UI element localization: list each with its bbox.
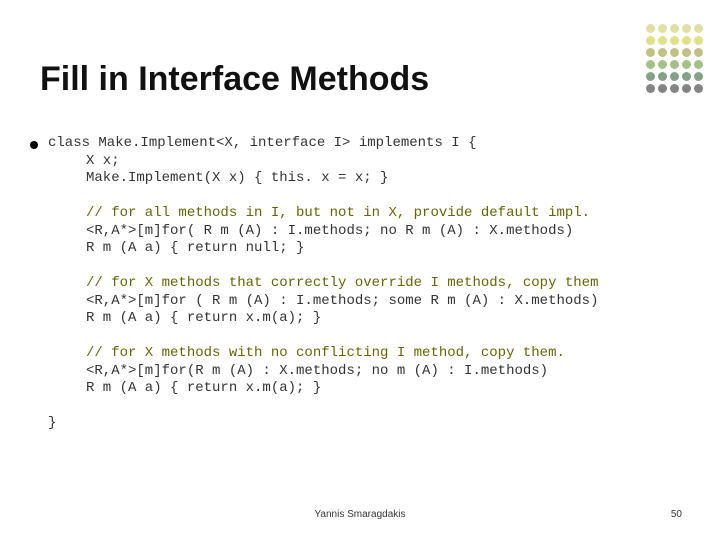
dot-icon [694, 72, 703, 81]
dot-icon [646, 84, 655, 93]
code-line: Make.Implement(X x) { this. x = x; } [86, 170, 388, 186]
slide-body: class Make.Implement<X, interface I> imp… [30, 135, 690, 433]
page-title: Fill in Interface Methods [40, 60, 429, 99]
dot-icon [694, 24, 703, 33]
dot-icon [658, 24, 667, 33]
dot-icon [694, 84, 703, 93]
dot-icon [646, 36, 655, 45]
code-line: } [48, 415, 56, 431]
code-line: R m (A a) { return null; } [86, 240, 304, 256]
page-number: 50 [671, 509, 682, 520]
code-line: R m (A a) { return x.m(a); } [86, 380, 321, 396]
code-line: class Make.Implement<X, interface I> imp… [48, 135, 476, 151]
dot-icon [682, 36, 691, 45]
code-line: <R,A*>[m]for ( R m (A) : I.methods; some… [86, 293, 598, 309]
dot-icon [682, 48, 691, 57]
dot-icon [646, 60, 655, 69]
dot-icon [682, 60, 691, 69]
dot-icon [670, 48, 679, 57]
dot-icon [658, 72, 667, 81]
dot-icon [670, 24, 679, 33]
dot-icon [694, 48, 703, 57]
bullet-icon [30, 141, 38, 149]
footer-author: Yannis Smaragdakis [0, 509, 720, 520]
dot-icon [670, 72, 679, 81]
dot-icon [658, 36, 667, 45]
dot-icon [646, 48, 655, 57]
code-line: <R,A*>[m]for(R m (A) : X.methods; no m (… [86, 363, 548, 379]
code-line: R m (A a) { return x.m(a); } [86, 310, 321, 326]
dot-icon [670, 60, 679, 69]
dot-icon [646, 24, 655, 33]
dot-icon [646, 72, 655, 81]
code-comment: // for all methods in I, but not in X, p… [86, 205, 590, 221]
dot-icon [682, 84, 691, 93]
dot-icon [694, 36, 703, 45]
dot-icon [670, 84, 679, 93]
code-comment: // for X methods with no conflicting I m… [86, 345, 565, 361]
dot-icon [682, 72, 691, 81]
code-line: <R,A*>[m]for( R m (A) : I.methods; no R … [86, 223, 573, 239]
dot-icon [694, 60, 703, 69]
dot-icon [658, 48, 667, 57]
code-comment: // for X methods that correctly override… [86, 275, 598, 291]
dot-icon [682, 24, 691, 33]
decorative-dot-grid [646, 24, 704, 94]
dot-icon [658, 84, 667, 93]
code-line: X x; [86, 153, 120, 169]
dot-icon [670, 36, 679, 45]
code-block: class Make.Implement<X, interface I> imp… [48, 135, 598, 433]
dot-icon [658, 60, 667, 69]
